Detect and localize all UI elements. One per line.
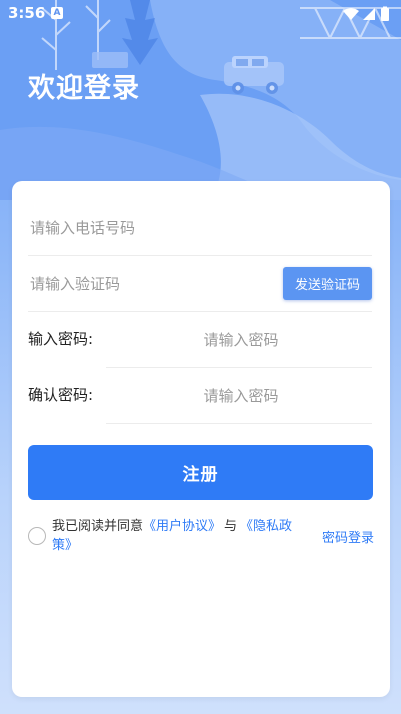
agreement-conjunction: 与 <box>224 519 238 534</box>
password-field <box>106 311 376 369</box>
agreement-prefix: 我已阅读并同意 <box>52 519 144 534</box>
agreement-text: 我已阅读并同意《用户协议》与《隐私政策》 <box>52 517 302 555</box>
phone-field-row <box>28 199 372 257</box>
verification-code-input[interactable] <box>28 255 272 313</box>
register-card: 发送验证码 输入密码: 确认密码: 注册 我已阅读并同意《用户协议》与《隐私政策… <box>12 181 390 697</box>
wifi-icon <box>343 8 359 20</box>
agreement-checkbox[interactable] <box>28 527 46 545</box>
password-label: 输入密码: <box>28 330 94 348</box>
confirm-password-row: 确认密码: <box>28 367 376 425</box>
send-code-button[interactable]: 发送验证码 <box>283 267 372 300</box>
user-agreement-link[interactable]: 《用户协议》 <box>143 519 221 534</box>
confirm-password-label: 确认密码: <box>28 386 94 404</box>
status-time: 3:56 <box>8 4 46 22</box>
confirm-password-input[interactable] <box>106 367 376 425</box>
status-bar: 3:56 A <box>0 0 401 28</box>
page-title: 欢迎登录 <box>28 73 140 104</box>
agreement-row: 我已阅读并同意《用户协议》与《隐私政策》 密码登录 <box>28 517 374 561</box>
password-input[interactable] <box>106 311 376 369</box>
signal-icon <box>363 8 375 20</box>
password-login-link[interactable]: 密码登录 <box>322 527 374 546</box>
code-field-row: 发送验证码 <box>28 255 372 313</box>
password-row: 输入密码: <box>28 311 376 369</box>
register-button[interactable]: 注册 <box>28 445 373 500</box>
phone-input[interactable] <box>28 199 272 257</box>
status-icons <box>341 6 393 26</box>
notification-icon: A <box>51 7 63 19</box>
confirm-password-field <box>106 367 376 425</box>
battery-icon <box>381 8 389 21</box>
